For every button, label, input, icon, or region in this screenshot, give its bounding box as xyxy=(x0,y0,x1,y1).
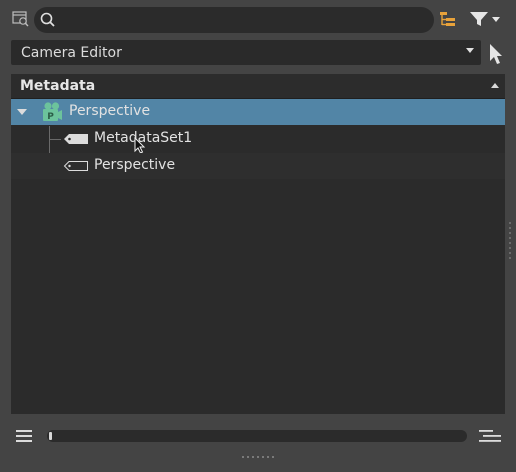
metadata-panel: Camera Editor Metadata P Perspective Met… xyxy=(0,0,516,472)
pointer-select-icon[interactable] xyxy=(486,42,506,66)
scrollbar-thumb[interactable] xyxy=(49,432,52,440)
side-resize-handle[interactable] xyxy=(509,222,511,259)
camera-icon: P xyxy=(40,101,64,123)
chevron-down-icon xyxy=(466,48,474,53)
tag-filled-icon xyxy=(63,133,89,145)
align-lines-icon[interactable] xyxy=(477,428,503,444)
column-header-title: Metadata xyxy=(20,78,96,94)
menu-icon[interactable] xyxy=(14,428,34,444)
sort-ascending-icon[interactable] xyxy=(491,83,499,88)
filter-icon[interactable] xyxy=(467,9,505,29)
expand-triangle-icon[interactable] xyxy=(16,106,28,118)
tree-row-label: Perspective xyxy=(94,157,176,173)
search-scope-icon[interactable] xyxy=(11,9,31,29)
column-header[interactable]: Metadata xyxy=(11,74,505,99)
svg-text:P: P xyxy=(47,112,54,122)
horizontal-scrollbar[interactable] xyxy=(47,430,467,442)
editor-dropdown[interactable]: Camera Editor xyxy=(11,40,481,65)
tree-row-metadataset[interactable]: MetadataSet1 xyxy=(11,126,505,152)
tree-row-perspective-tag[interactable]: Perspective xyxy=(11,153,505,179)
editor-dropdown-value: Camera Editor xyxy=(21,44,122,61)
hierarchy-icon[interactable] xyxy=(437,9,459,29)
tree-row-label: Perspective xyxy=(69,103,151,119)
tree-row-camera[interactable]: P Perspective xyxy=(11,99,505,125)
tag-outline-icon xyxy=(63,160,89,172)
search-input[interactable] xyxy=(60,9,429,31)
top-toolbar xyxy=(0,0,516,38)
search-icon xyxy=(39,11,57,29)
bottom-resize-handle[interactable] xyxy=(242,456,274,458)
metadata-outliner: Metadata P Perspective MetadataSet1 Pers… xyxy=(11,74,505,414)
bottom-bar xyxy=(0,420,516,452)
search-field[interactable] xyxy=(34,7,434,33)
